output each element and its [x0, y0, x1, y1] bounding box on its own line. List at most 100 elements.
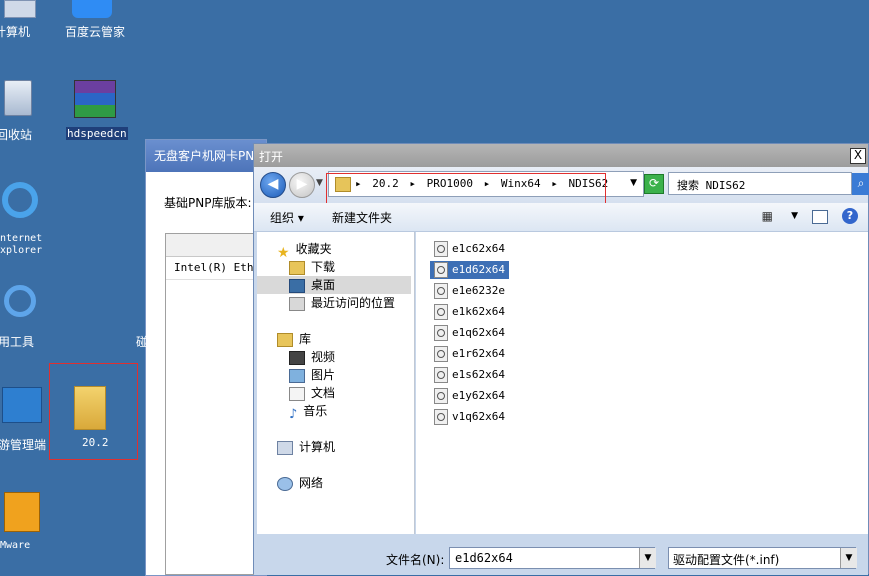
file-name: e1y62x64 [452, 389, 505, 402]
list-item[interactable]: e1q62x64 [434, 324, 505, 342]
desktop-icon-label: 常用工具 [0, 335, 35, 349]
nav-computer[interactable]: 计算机 [277, 438, 335, 456]
network-icon [277, 476, 293, 491]
dialog-titlebar[interactable]: 打开 X [254, 144, 868, 167]
desktop-icon-recycle[interactable]: 回收站 [0, 78, 50, 142]
nav-desktop[interactable]: 桌面 [257, 276, 411, 294]
table-row[interactable]: Intel(R) Ethe [166, 257, 266, 280]
desktop-icon-ie[interactable]: Internet Explorer [0, 178, 50, 258]
search-input[interactable]: 搜索 NDIS62 [668, 172, 852, 195]
desktop-icon-label: VMware [0, 540, 31, 551]
inf-file-icon [434, 409, 448, 425]
adapter-list-header [166, 234, 266, 257]
bg-window-title: 无盘客户机网卡PNP [146, 140, 266, 172]
highlight-box-address [326, 173, 606, 205]
nav-label: 最近访问的位置 [311, 296, 396, 310]
nav-label: 下载 [311, 260, 336, 274]
refresh-button[interactable]: ⟳ [644, 174, 664, 194]
adapter-list[interactable]: Intel(R) Ethe [165, 233, 267, 575]
inf-file-icon [434, 346, 448, 362]
recent-pages-dropdown[interactable]: ▼ [316, 178, 323, 188]
nav-downloads[interactable]: 下载 [289, 258, 335, 276]
filename-value: e1d62x64 [455, 551, 513, 565]
file-name: e1s62x64 [452, 368, 505, 381]
list-item[interactable]: v1q62x64 [434, 408, 505, 426]
inf-file-icon [434, 241, 448, 257]
nav-label: 视频 [311, 350, 336, 364]
filename-dropdown[interactable]: ▼ [639, 548, 656, 568]
nav-label: 音乐 [303, 404, 328, 418]
list-item[interactable]: e1k62x64 [434, 303, 505, 321]
nav-label: 文档 [311, 386, 336, 400]
desktop-icon-baidu[interactable]: 百度云管家 [62, 0, 132, 40]
list-item[interactable]: e1c62x64 [434, 240, 505, 258]
desktop-icon-computer[interactable]: 计算机 [0, 0, 50, 40]
file-name: e1c62x64 [452, 242, 505, 255]
navigation-pane[interactable]: ★ 收藏夹 下载 桌面 最近访问的位置 库 视频 图片 文档 ♪ 音乐 计算机 网络 [257, 232, 415, 534]
preview-pane-icon[interactable] [812, 210, 828, 224]
filename-label: 文件名(N): [386, 553, 445, 567]
desktop-icon-tools[interactable]: 常用工具 [0, 283, 50, 349]
bg-window-side-text: 碰 [136, 335, 149, 349]
desktop-icon-label: Internet Explorer [0, 233, 43, 256]
winrar-icon [74, 80, 116, 118]
inf-file-icon [434, 325, 448, 341]
back-button[interactable]: ◀ [260, 172, 286, 198]
filetype-value: 驱动配置文件(*.inf) [673, 553, 780, 567]
list-item[interactable]: e1r62x64 [434, 345, 505, 363]
forward-button[interactable]: ▶ [289, 172, 315, 198]
vmware-icon [4, 492, 40, 532]
nav-pictures[interactable]: 图片 [289, 366, 335, 384]
filetype-select[interactable]: 驱动配置文件(*.inf) [668, 547, 856, 569]
list-item[interactable]: e1e6232e [434, 282, 505, 300]
background-window[interactable]: 无盘客户机网卡PNP 基础PNP库版本: Intel(R) Ethe [145, 139, 267, 576]
filetype-dropdown[interactable]: ▼ [840, 548, 857, 568]
desktop-icon-label: 计算机 [0, 25, 31, 39]
list-item[interactable]: e1y62x64 [434, 387, 505, 405]
nav-videos[interactable]: 视频 [289, 348, 335, 366]
file-name: e1r62x64 [452, 347, 505, 360]
baidu-cloud-icon [72, 0, 112, 18]
address-dropdown[interactable]: ▼ [630, 178, 637, 188]
nav-network[interactable]: 网络 [277, 474, 323, 492]
nav-label: 桌面 [311, 278, 336, 292]
nav-recent[interactable]: 最近访问的位置 [289, 294, 395, 312]
dialog-footer: 文件名(N): e1d62x64 ▼ 驱动配置文件(*.inf) ▼ [254, 534, 868, 575]
highlight-box-folder [49, 363, 138, 460]
recent-places-icon [289, 296, 305, 311]
nav-favorites[interactable]: ★ 收藏夹 [277, 240, 332, 261]
search-icon[interactable]: ⌕ [852, 173, 869, 195]
new-folder-button[interactable]: 新建文件夹 [332, 209, 392, 226]
nav-label: 收藏夹 [295, 242, 332, 256]
inf-file-icon [434, 367, 448, 383]
file-list[interactable]: e1c62x64 e1d62x64 e1e6232e e1k62x64 e1q6… [416, 232, 868, 534]
view-options-icon[interactable]: ▦ [762, 209, 773, 223]
filename-input[interactable]: e1d62x64 [449, 547, 655, 569]
computer-icon [4, 0, 36, 18]
view-dropdown-icon[interactable]: ▼ [791, 211, 798, 221]
nav-music[interactable]: ♪ 音乐 [289, 402, 328, 422]
pictures-icon [289, 368, 305, 383]
help-icon[interactable]: ? [842, 208, 858, 224]
close-button[interactable]: X [850, 148, 866, 164]
open-file-dialog[interactable]: 打开 X ◀ ▶ ▼ ▸ 20.2 ▸ PRO1000 ▸ Winx64 ▸ N… [253, 143, 869, 575]
list-item[interactable]: e1s62x64 [434, 366, 505, 384]
list-item[interactable]: e1d62x64 [430, 261, 509, 279]
nav-documents[interactable]: 文档 [289, 384, 335, 402]
desktop-icon-label: 网游管理端 [0, 438, 47, 452]
nav-label: 计算机 [299, 440, 336, 454]
search-placeholder: 搜索 NDIS62 [677, 179, 746, 192]
desktop-icon-hdspeedcn[interactable]: hdspeedcn [66, 78, 128, 142]
nav-label: 图片 [311, 368, 336, 382]
desktop-icon-vmware[interactable]: VMware [0, 490, 50, 560]
library-icon [277, 332, 293, 347]
organize-button[interactable]: 组织 ▾ [270, 209, 304, 226]
dialog-title: 打开 [259, 150, 284, 164]
downloads-folder-icon [289, 260, 305, 275]
desktop-icon-netgame[interactable]: 网游管理端 [0, 385, 56, 455]
star-icon: ★ [277, 244, 290, 261]
desktop-icon-label: hdspeedcn [66, 127, 128, 140]
video-icon [289, 350, 305, 365]
nav-library[interactable]: 库 [277, 330, 311, 348]
internet-explorer-icon [2, 182, 38, 218]
